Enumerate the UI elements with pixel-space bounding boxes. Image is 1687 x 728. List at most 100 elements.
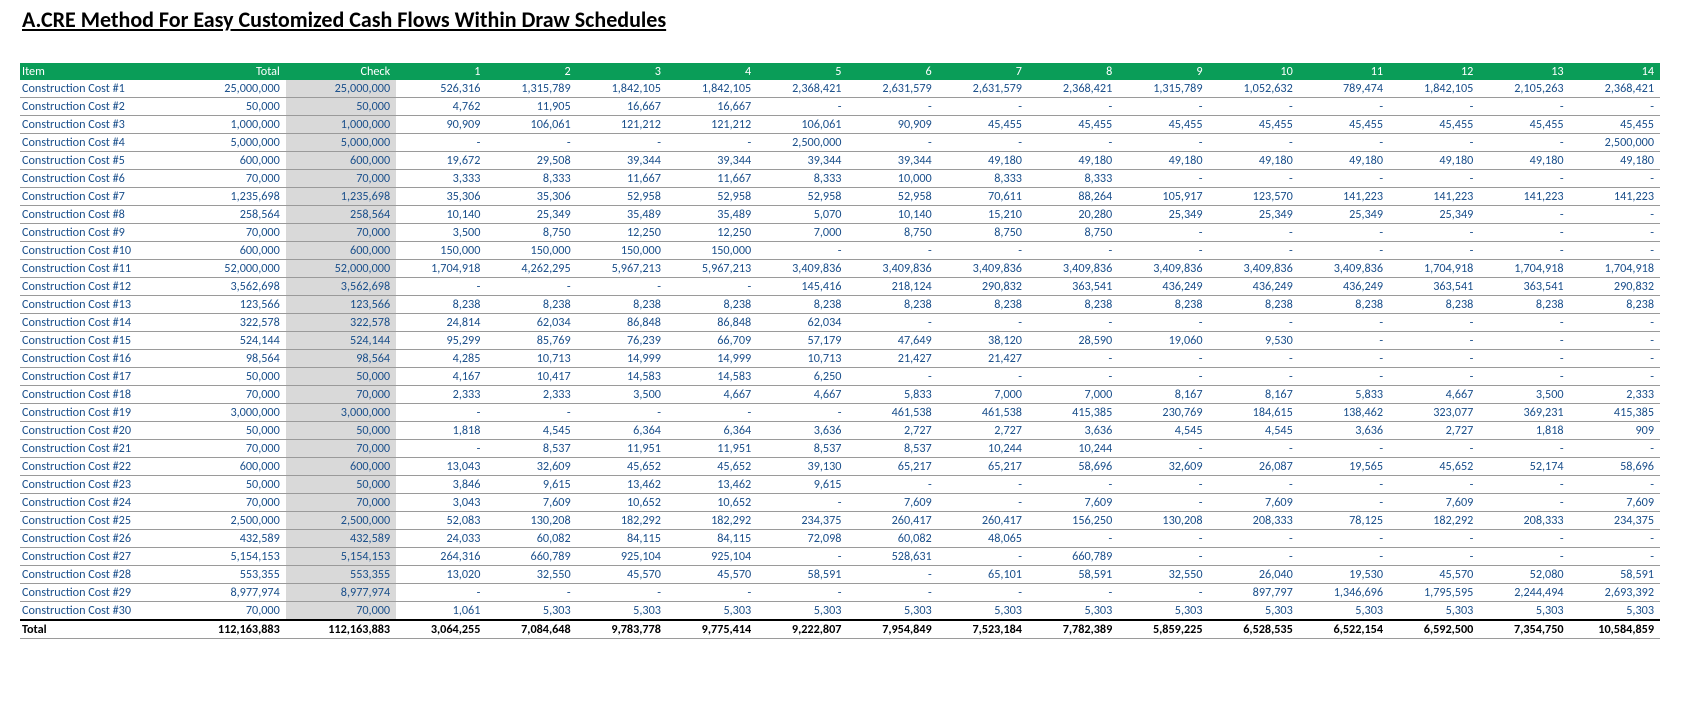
value-cell: 4,262,295 xyxy=(486,260,576,278)
column-total: 7,084,648 xyxy=(486,620,576,639)
value-cell: - xyxy=(1028,530,1118,548)
value-cell: - xyxy=(1299,134,1389,152)
item-cell: Construction Cost #20 xyxy=(20,422,180,440)
value-cell: - xyxy=(1479,206,1569,224)
column-total: 9,775,414 xyxy=(667,620,757,639)
value-cell: - xyxy=(1479,350,1569,368)
value-cell: 19,060 xyxy=(1118,332,1208,350)
value-cell: 47,649 xyxy=(847,332,937,350)
value-cell: - xyxy=(1389,242,1479,260)
value-cell: - xyxy=(1389,368,1479,386)
check-cell: 600,000 xyxy=(286,458,396,476)
table-row: Construction Cost #252,500,0002,500,0005… xyxy=(20,512,1660,530)
item-cell: Construction Cost #1 xyxy=(20,80,180,98)
value-cell: 5,303 xyxy=(1299,602,1389,621)
value-cell: - xyxy=(938,134,1028,152)
column-total: 9,222,807 xyxy=(757,620,847,639)
value-cell: - xyxy=(847,368,937,386)
value-cell: 60,082 xyxy=(847,530,937,548)
value-cell: - xyxy=(1209,440,1299,458)
value-cell: 2,727 xyxy=(1389,422,1479,440)
table-row: Construction Cost #13123,566123,5668,238… xyxy=(20,296,1660,314)
value-cell: 4,667 xyxy=(667,386,757,404)
value-cell: 260,417 xyxy=(938,512,1028,530)
check-cell: 553,355 xyxy=(286,566,396,584)
item-cell: Construction Cost #3 xyxy=(20,116,180,134)
value-cell: 8,238 xyxy=(667,296,757,314)
value-cell: - xyxy=(1299,494,1389,512)
value-cell: - xyxy=(396,278,486,296)
value-cell: 1,818 xyxy=(396,422,486,440)
value-cell: 8,238 xyxy=(486,296,576,314)
item-cell: Construction Cost #11 xyxy=(20,260,180,278)
col-header: 13 xyxy=(1479,63,1569,80)
value-cell: - xyxy=(396,134,486,152)
value-cell: 45,652 xyxy=(667,458,757,476)
value-cell: - xyxy=(1479,170,1569,188)
col-header: 14 xyxy=(1570,63,1660,80)
value-cell: 32,550 xyxy=(1118,566,1208,584)
value-cell: - xyxy=(938,314,1028,332)
value-cell: 66,709 xyxy=(667,332,757,350)
table-row: Construction Cost #31,000,0001,000,00090… xyxy=(20,116,1660,134)
total-cell: 50,000 xyxy=(180,98,285,116)
total-cell: 8,977,974 xyxy=(180,584,285,602)
total-cell: 3,562,698 xyxy=(180,278,285,296)
value-cell: - xyxy=(1570,476,1660,494)
total-cell: 50,000 xyxy=(180,422,285,440)
item-cell: Construction Cost #8 xyxy=(20,206,180,224)
value-cell: - xyxy=(1028,476,1118,494)
check-cell: 1,235,698 xyxy=(286,188,396,206)
value-cell: 32,609 xyxy=(486,458,576,476)
value-cell: 60,082 xyxy=(486,530,576,548)
value-cell: 789,474 xyxy=(1299,80,1389,98)
check-cell: 258,564 xyxy=(286,206,396,224)
value-cell: 45,455 xyxy=(1209,116,1299,134)
table-row: Construction Cost #193,000,0003,000,000-… xyxy=(20,404,1660,422)
value-cell: 260,417 xyxy=(847,512,937,530)
value-cell: 3,409,836 xyxy=(1118,260,1208,278)
value-cell: 363,541 xyxy=(1028,278,1118,296)
value-cell: - xyxy=(396,440,486,458)
col-header: 5 xyxy=(757,63,847,80)
value-cell: 45,455 xyxy=(1118,116,1208,134)
value-cell: - xyxy=(1209,548,1299,566)
value-cell: 182,292 xyxy=(1389,512,1479,530)
value-cell: 26,087 xyxy=(1209,458,1299,476)
value-cell: - xyxy=(1389,98,1479,116)
value-cell: - xyxy=(1570,98,1660,116)
value-cell: - xyxy=(1299,224,1389,242)
value-cell: 58,591 xyxy=(757,566,847,584)
value-cell: 35,489 xyxy=(667,206,757,224)
value-cell: 10,417 xyxy=(486,368,576,386)
value-cell: - xyxy=(1118,494,1208,512)
value-cell: 8,238 xyxy=(1209,296,1299,314)
value-cell: 234,375 xyxy=(757,512,847,530)
total-cell: 322,578 xyxy=(180,314,285,332)
value-cell: - xyxy=(1479,476,1569,494)
value-cell: - xyxy=(486,584,576,602)
item-cell: Construction Cost #18 xyxy=(20,386,180,404)
table-row: Construction Cost #2470,00070,0003,0437,… xyxy=(20,494,1660,512)
table-row: Construction Cost #1698,56498,5644,28510… xyxy=(20,350,1660,368)
value-cell: 13,462 xyxy=(577,476,667,494)
col-header: 3 xyxy=(577,63,667,80)
table-row: Construction Cost #8258,564258,56410,140… xyxy=(20,206,1660,224)
value-cell: - xyxy=(1570,170,1660,188)
value-cell: - xyxy=(1299,350,1389,368)
value-cell: 106,061 xyxy=(757,116,847,134)
total-cell: 2,500,000 xyxy=(180,512,285,530)
value-cell: 52,958 xyxy=(847,188,937,206)
value-cell: 230,769 xyxy=(1118,404,1208,422)
value-cell: 150,000 xyxy=(396,242,486,260)
check-cell: 5,154,153 xyxy=(286,548,396,566)
check-cell: 70,000 xyxy=(286,386,396,404)
value-cell: - xyxy=(1118,368,1208,386)
value-cell: - xyxy=(938,242,1028,260)
value-cell: 57,179 xyxy=(757,332,847,350)
value-cell: - xyxy=(577,404,667,422)
value-cell: 8,537 xyxy=(757,440,847,458)
value-cell: 45,570 xyxy=(1389,566,1479,584)
value-cell: 52,174 xyxy=(1479,458,1569,476)
value-cell: 8,238 xyxy=(1299,296,1389,314)
